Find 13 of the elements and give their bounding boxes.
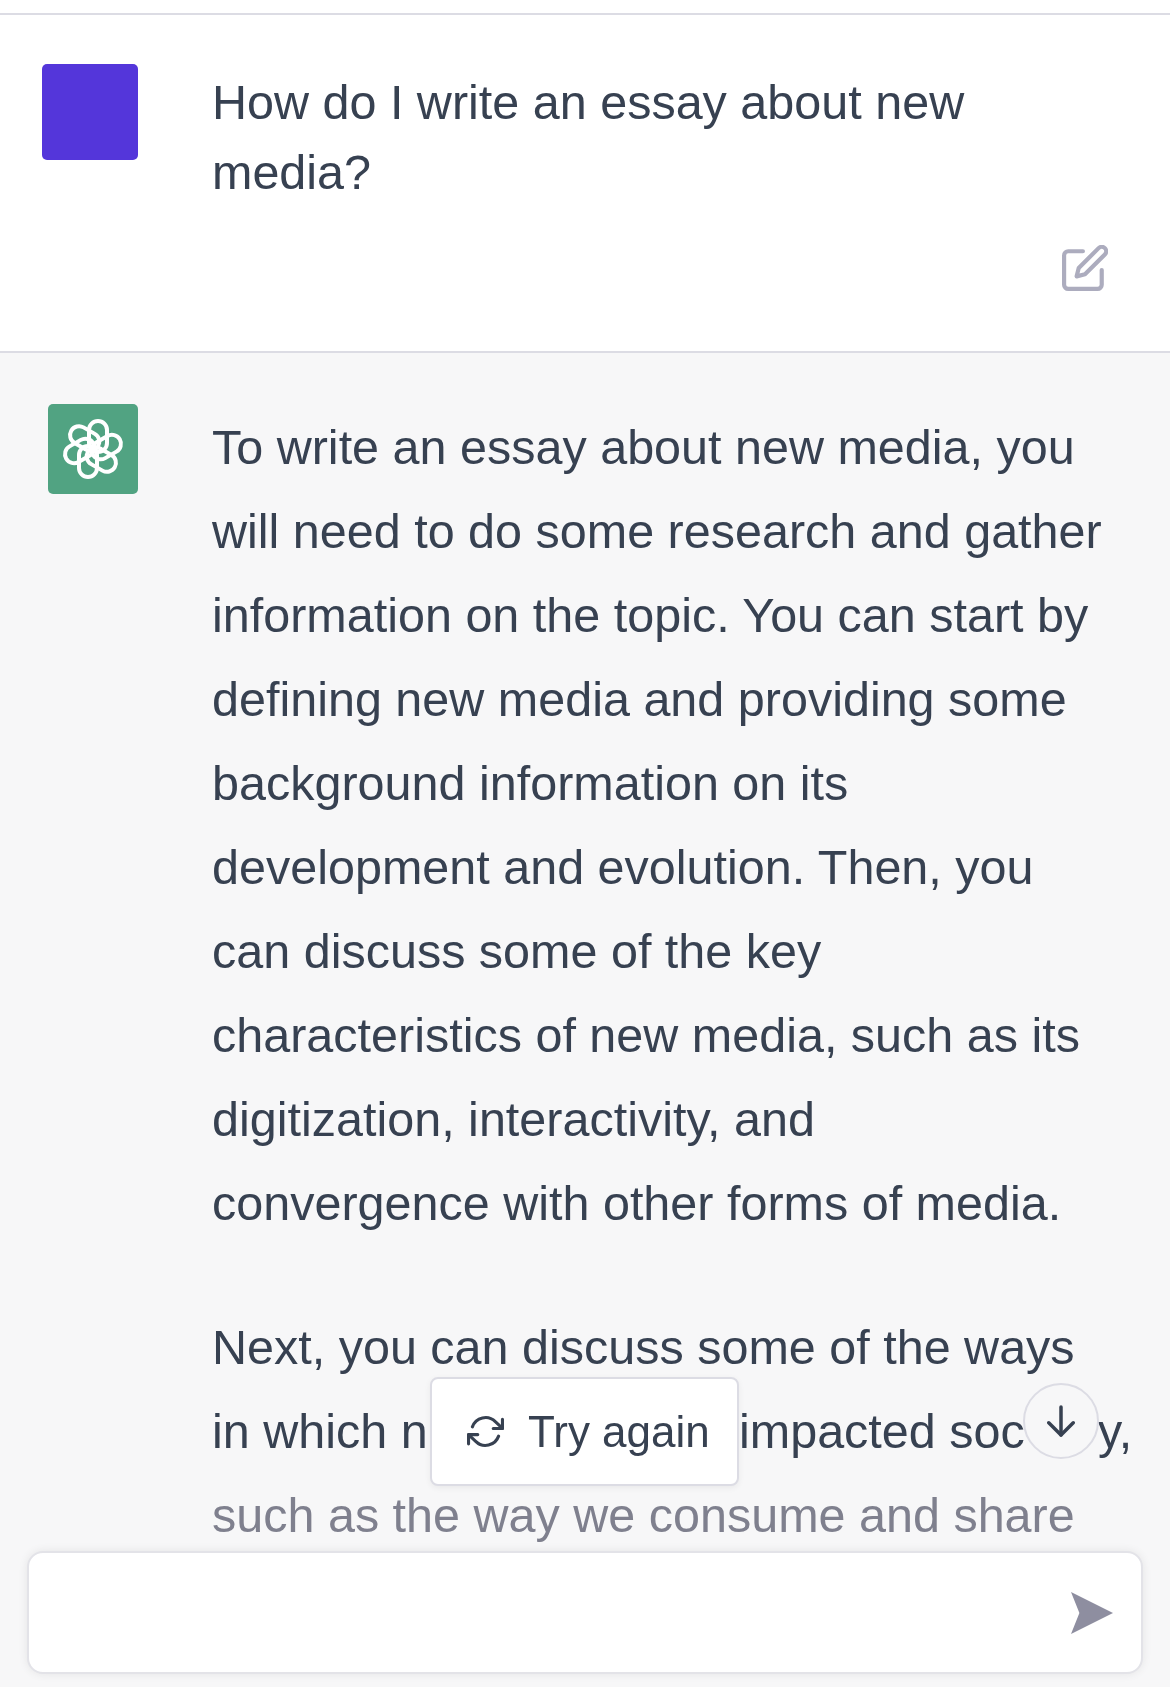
- message-text: impacted soc: [739, 1403, 1022, 1460]
- flower-knot-icon: [48, 404, 138, 494]
- message-text: such as the way we consume and share: [212, 1487, 1076, 1544]
- refresh-icon: [467, 1416, 504, 1447]
- send-icon[interactable]: [1071, 1591, 1113, 1634]
- message-text: y,: [1098, 1403, 1133, 1460]
- message-text: Next, you can discuss some of the ways: [212, 1319, 1076, 1376]
- message-text: in which n: [212, 1403, 428, 1460]
- message-text: How do I write an essay about new media?: [212, 74, 966, 201]
- message-input[interactable]: [27, 1551, 1143, 1674]
- try-again-button[interactable]: Try again: [430, 1377, 739, 1486]
- edit-icon[interactable]: [1062, 245, 1108, 291]
- message-text: To write an essay about new media, you will need to do some research and gather information on the topic. You can start by defining new media and providing some background information on its development and evolution. Then, you can discuss some of the key characteristics of new media, such as its digitization, interactivity, and convergence with other forms of media.: [212, 419, 1103, 1232]
